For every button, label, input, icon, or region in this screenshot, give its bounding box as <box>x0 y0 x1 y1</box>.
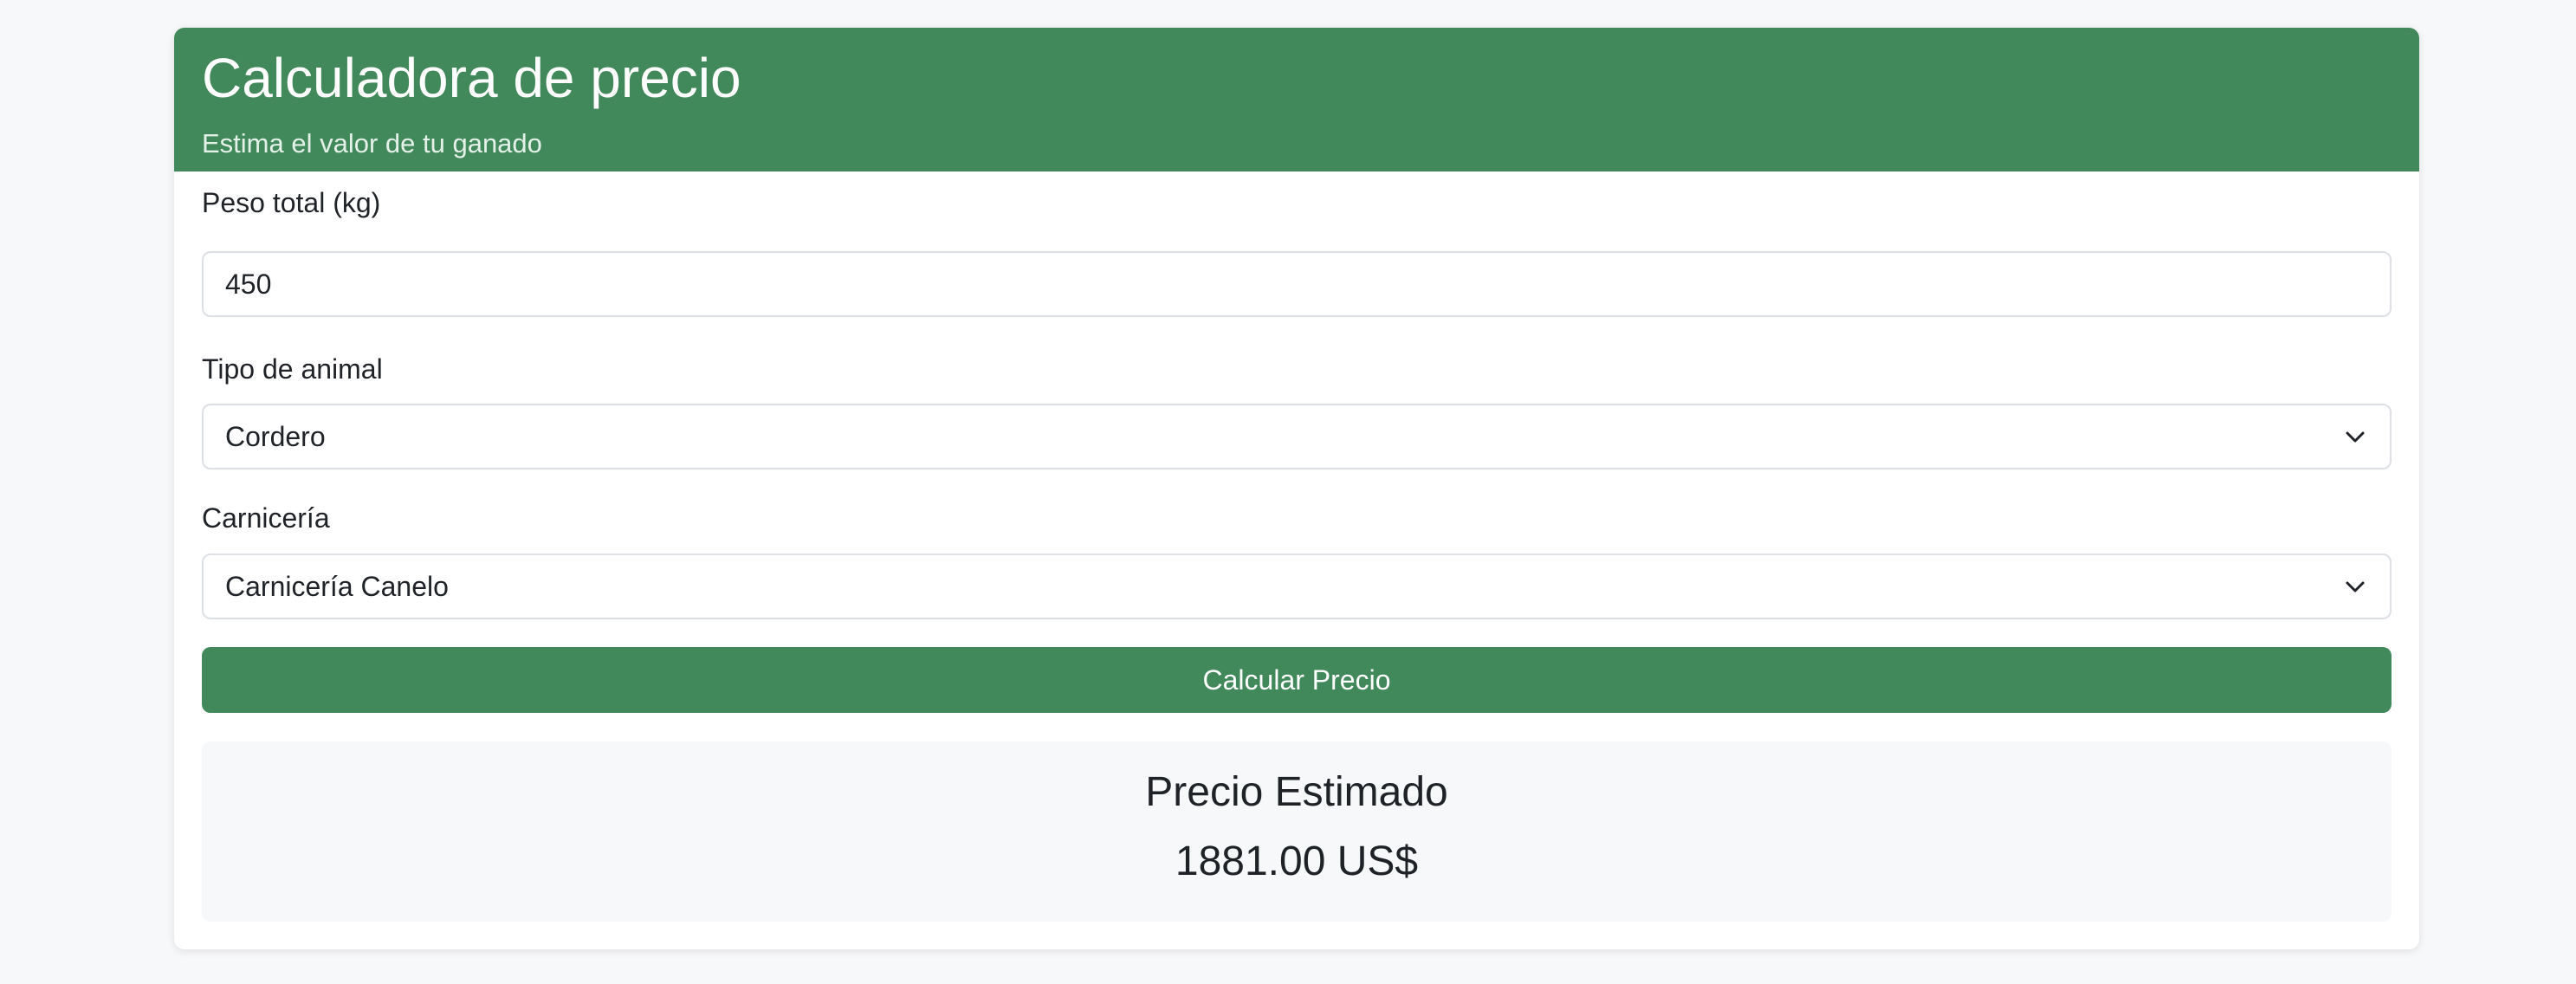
weight-input[interactable]: 450 <box>202 251 2392 317</box>
result-title: Precio Estimado <box>1145 769 1448 815</box>
result-panel: Precio Estimado 1881.00 US$ <box>202 741 2392 922</box>
animal-type-label: Tipo de animal <box>202 353 383 385</box>
calculate-price-button-label: Calcular Precio <box>1202 664 1391 696</box>
page-title: Calculadora de precio <box>202 47 741 109</box>
price-calculator-card: Calculadora de precio Estima el valor de… <box>174 28 2419 949</box>
estimated-price-value: 1881.00 US$ <box>1175 838 1419 884</box>
butcher-select[interactable]: Carnicería Canelo <box>202 554 2392 619</box>
butcher-label: Carnicería <box>202 502 330 534</box>
card-header: Calculadora de precio Estima el valor de… <box>174 28 2419 172</box>
page-subtitle: Estima el valor de tu ganado <box>202 128 542 159</box>
animal-type-selected: Cordero <box>225 421 326 452</box>
butcher-selected: Carnicería Canelo <box>225 571 449 602</box>
animal-type-select[interactable]: Cordero <box>202 404 2392 469</box>
weight-input-value: 450 <box>225 269 272 300</box>
weight-label: Peso total (kg) <box>202 187 381 218</box>
calculate-price-button[interactable]: Calcular Precio <box>202 647 2392 713</box>
chevron-down-icon <box>2346 581 2365 592</box>
chevron-down-icon <box>2346 431 2365 443</box>
